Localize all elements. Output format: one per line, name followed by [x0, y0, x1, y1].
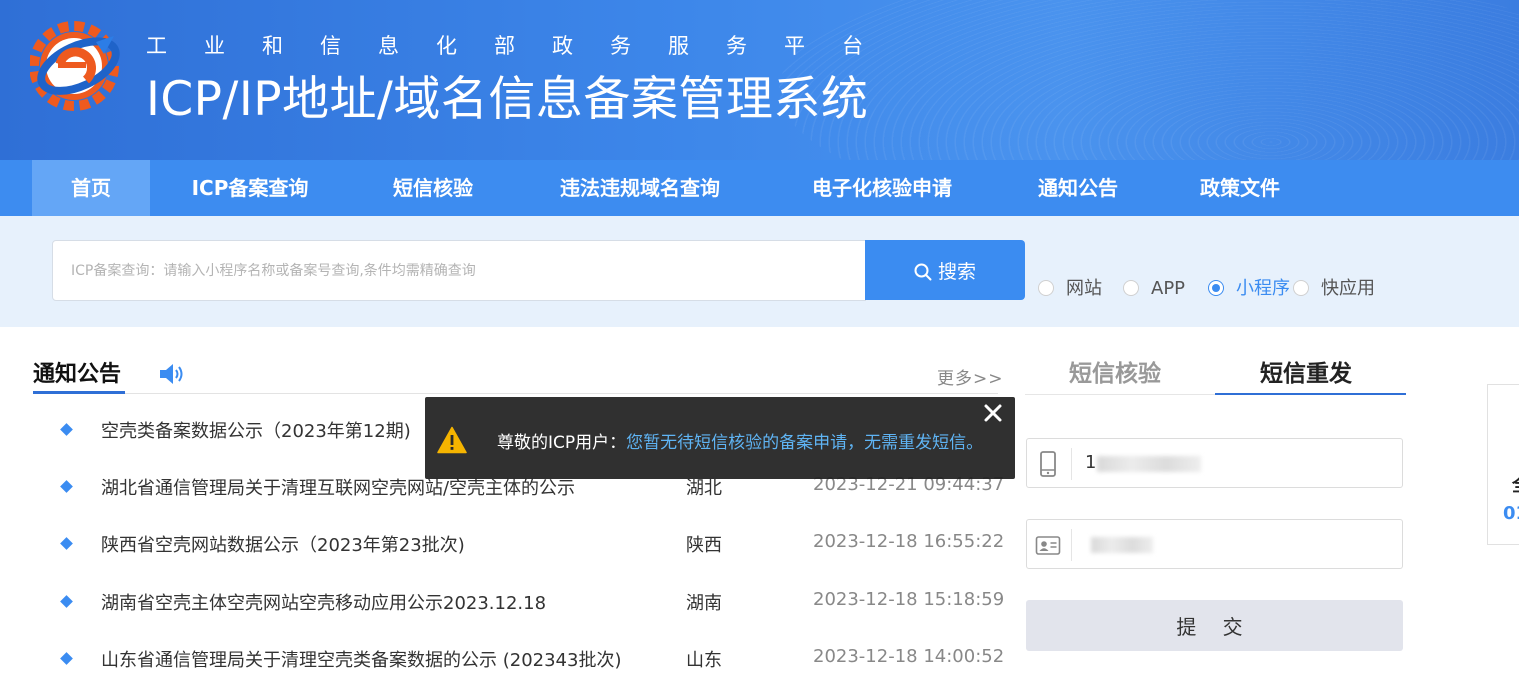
notice-province: 山东	[686, 650, 722, 671]
search-button[interactable]: 搜索	[865, 240, 1025, 300]
field-separator	[1071, 529, 1072, 561]
radio-label: 快应用	[1321, 278, 1375, 299]
id-card-icon	[1035, 536, 1061, 555]
notice-row[interactable]: 湖南省空壳主体空壳网站空壳移动应用公示2023.12.18 湖南 2023-12…	[0, 589, 1004, 619]
notice-date: 2023-12-18 15:18:59	[813, 589, 1005, 610]
warning-icon	[437, 426, 467, 454]
phone-field[interactable]: 1	[1026, 438, 1403, 488]
nav-item-notices[interactable]: 通知公告	[1020, 160, 1136, 216]
notice-date: 2023-12-18 14:00:52	[813, 646, 1005, 667]
more-notices-link[interactable]: 更多>>	[937, 364, 1004, 389]
notice-province: 湖南	[686, 593, 722, 614]
speaker-icon	[160, 364, 183, 384]
platform-subtitle: 工业和信息化部政务服务平台	[146, 34, 900, 58]
radio-quick-app[interactable]: 快应用	[1293, 278, 1375, 300]
field-separator	[1071, 448, 1072, 480]
side-floating-card[interactable]: 全 01	[1487, 384, 1519, 545]
notice-title[interactable]: 山东省通信管理局关于清理空壳类备案数据的公示 (202343批次)	[101, 646, 621, 672]
radio-mini-program[interactable]: 小程序	[1208, 278, 1290, 300]
search-icon	[914, 263, 932, 281]
banner-wave-decoration	[779, 0, 1519, 160]
main-nav: 首页 ICP备案查询 短信核验 违法违规域名查询 电子化核验申请 通知公告 政策…	[0, 160, 1519, 216]
toast-prefix: 尊敬的ICP用户：	[497, 433, 627, 453]
tab-sms-resend[interactable]: 短信重发	[1260, 354, 1352, 388]
nav-item-home[interactable]: 首页	[32, 160, 150, 216]
nav-item-e-verify[interactable]: 电子化核验申请	[790, 160, 974, 216]
nav-item-icp-query[interactable]: ICP备案查询	[160, 160, 340, 216]
radio-website[interactable]: 网站	[1038, 278, 1102, 300]
submit-button[interactable]: 提 交	[1026, 600, 1403, 651]
diamond-bullet-icon	[60, 480, 73, 493]
notices-heading-underline	[33, 391, 125, 394]
radio-label: APP	[1151, 278, 1186, 299]
header-banner: 工业和信息化部政务服务平台 ICP/IP地址/域名信息备案管理系统	[0, 0, 1519, 160]
radio-app[interactable]: APP	[1123, 278, 1185, 300]
notice-province: 陕西	[686, 535, 722, 556]
system-title: ICP/IP地址/域名信息备案管理系统	[146, 72, 869, 127]
tab-sms-verify[interactable]: 短信核验	[1069, 354, 1161, 388]
notice-date: 2023-12-18 16:55:22	[813, 531, 1005, 552]
radio-dot	[1038, 280, 1054, 296]
phone-value: 1	[1085, 452, 1097, 473]
diamond-bullet-icon	[60, 423, 73, 436]
diamond-bullet-icon	[60, 537, 73, 550]
notice-row[interactable]: 山东省通信管理局关于清理空壳类备案数据的公示 (202343批次) 山东 202…	[0, 646, 1004, 676]
close-icon[interactable]	[981, 401, 1005, 425]
toast-body: 您暂无待短信核验的备案申请，无需重发短信。	[626, 433, 984, 453]
search-section: 搜索 网站 APP 小程序 快应用	[0, 216, 1519, 327]
side-card-number: 01	[1503, 503, 1519, 524]
toast-message: 尊敬的ICP用户：您暂无待短信核验的备案申请，无需重发短信。	[425, 397, 1015, 479]
radio-label: 网站	[1066, 278, 1102, 299]
redacted-id	[1091, 537, 1153, 553]
radio-label: 小程序	[1236, 278, 1290, 299]
radio-dot	[1123, 280, 1139, 296]
active-tab-underline	[1215, 393, 1406, 395]
diamond-bullet-icon	[60, 595, 73, 608]
search-button-label: 搜索	[937, 260, 976, 283]
diamond-bullet-icon	[60, 652, 73, 665]
notices-heading[interactable]: 通知公告	[33, 356, 121, 388]
nav-item-policy[interactable]: 政策文件	[1182, 160, 1298, 216]
notice-title[interactable]: 空壳类备案数据公示（2023年第12期)	[101, 417, 411, 443]
mobile-phone-icon	[1040, 451, 1056, 477]
toast-text: 尊敬的ICP用户：您暂无待短信核验的备案申请，无需重发短信。	[497, 428, 983, 453]
radio-dot	[1208, 280, 1224, 296]
notice-row[interactable]: 陕西省空壳网站数据公示（2023年第23批次) 陕西 2023-12-18 16…	[0, 531, 1004, 561]
miit-logo-icon[interactable]	[30, 18, 128, 114]
divider	[33, 393, 998, 394]
notice-title[interactable]: 湖南省空壳主体空壳网站空壳移动应用公示2023.12.18	[101, 589, 546, 615]
id-field[interactable]	[1026, 519, 1403, 569]
redacted-phone	[1097, 456, 1201, 472]
radio-dot	[1293, 280, 1309, 296]
search-input[interactable]	[52, 240, 866, 301]
nav-item-illegal-domain[interactable]: 违法违规域名查询	[540, 160, 740, 216]
notice-title[interactable]: 陕西省空壳网站数据公示（2023年第23批次)	[101, 531, 465, 557]
nav-item-sms-verify[interactable]: 短信核验	[372, 160, 494, 216]
side-card-text: 全	[1512, 471, 1519, 497]
